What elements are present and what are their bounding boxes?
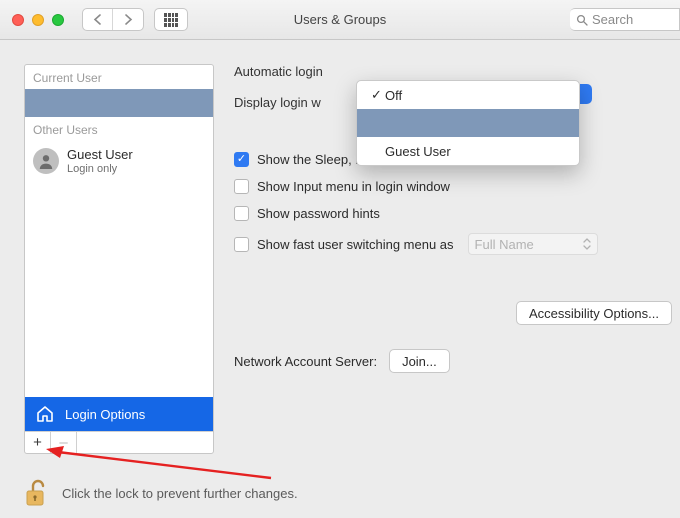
popup-button-edge: [580, 84, 592, 104]
nav-back-forward: [82, 8, 144, 31]
forward-button[interactable]: [113, 9, 143, 30]
grid-icon: [164, 13, 178, 27]
show-all-button[interactable]: [154, 8, 188, 31]
section-current-user: Current User: [25, 65, 213, 89]
sidebar-footer: + –: [25, 431, 213, 453]
house-icon: [35, 404, 55, 424]
search-placeholder: Search: [592, 12, 633, 27]
avatar-icon: [33, 148, 59, 174]
lock-open-icon[interactable]: [24, 478, 48, 508]
label-password-hints: Show password hints: [257, 206, 380, 221]
user-sub: Login only: [67, 163, 133, 176]
login-options-row[interactable]: Login Options: [25, 397, 213, 431]
popup-option-off[interactable]: ✓ Off: [357, 81, 579, 109]
section-other-users: Other Users: [25, 117, 213, 141]
footer-spacer: [77, 432, 213, 453]
network-server-label: Network Account Server:: [234, 354, 377, 369]
add-user-button[interactable]: +: [25, 432, 51, 453]
label-input-menu: Show Input menu in login window: [257, 179, 450, 194]
search-icon: [576, 14, 588, 26]
close-window-button[interactable]: [12, 14, 24, 26]
join-button[interactable]: Join...: [389, 349, 450, 373]
automatic-login-label: Automatic login: [234, 64, 323, 79]
search-field[interactable]: Search: [570, 8, 680, 31]
accessibility-options-label: Accessibility Options...: [529, 306, 659, 321]
minimize-window-button[interactable]: [32, 14, 44, 26]
label-fast-switching: Show fast user switching menu as: [257, 237, 454, 252]
accessibility-options-button[interactable]: Accessibility Options...: [516, 301, 672, 325]
back-button[interactable]: [83, 9, 113, 30]
popup-option-guest-label: Guest User: [385, 144, 451, 159]
user-name: Guest User: [67, 147, 133, 163]
window-traffic-lights: [12, 14, 64, 26]
display-login-label: Display login w: [234, 95, 321, 110]
join-label: Join...: [402, 354, 437, 369]
checkbox-sleep-restart[interactable]: [234, 152, 249, 167]
popup-option-guest[interactable]: Guest User: [357, 137, 579, 165]
remove-user-button[interactable]: –: [51, 432, 77, 453]
automatic-login-popup: ✓ Off Guest User: [356, 80, 580, 166]
current-user-row[interactable]: [25, 89, 213, 117]
checkbox-password-hints[interactable]: [234, 206, 249, 221]
user-sidebar: Current User Other Users Guest User Logi…: [24, 64, 214, 454]
popup-option-off-label: Off: [385, 88, 402, 103]
user-row-guest[interactable]: Guest User Login only: [25, 141, 213, 182]
user-text: Guest User Login only: [67, 147, 133, 176]
fast-switching-select[interactable]: Full Name: [468, 233, 598, 255]
checkbox-input-menu[interactable]: [234, 179, 249, 194]
lock-text: Click the lock to prevent further change…: [62, 486, 298, 501]
lock-row: Click the lock to prevent further change…: [24, 478, 298, 508]
checkmark-icon: ✓: [371, 87, 385, 103]
fast-switching-value: Full Name: [475, 237, 534, 252]
popup-option-hover[interactable]: [357, 109, 579, 137]
titlebar: Users & Groups Search: [0, 0, 680, 40]
login-options-label: Login Options: [65, 407, 145, 422]
checkbox-fast-switching[interactable]: [234, 237, 249, 252]
updown-icon: [583, 238, 591, 250]
zoom-window-button[interactable]: [52, 14, 64, 26]
